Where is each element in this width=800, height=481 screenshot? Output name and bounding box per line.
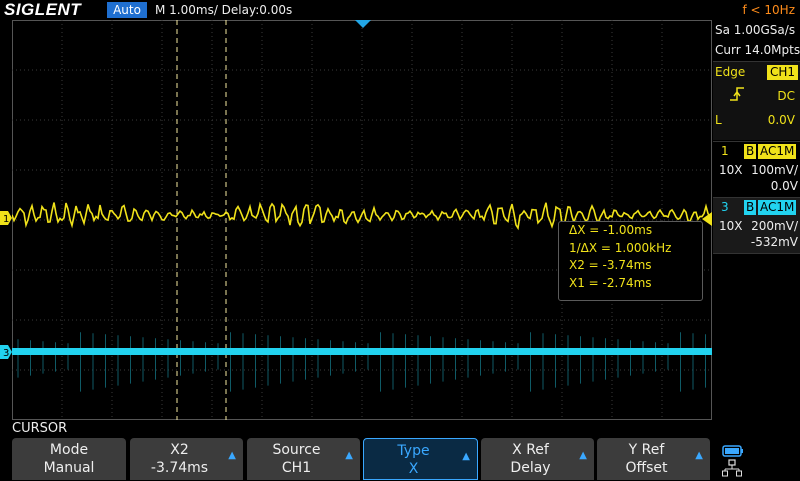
ch1-probe: 10X [719, 163, 743, 177]
adjust-arrow-icon: ▲ [695, 450, 703, 461]
trigger-frequency-readout: f < 10Hz [742, 3, 796, 17]
inverse-delta-x-value: 1/ΔX = 1.000kHz [569, 240, 672, 255]
waveform-display[interactable] [12, 20, 712, 420]
trigger-source-badge: CH1 [766, 65, 798, 80]
trigger-panel[interactable]: Edge CH1 DC L 0.0V [713, 62, 800, 140]
ch3-offset: -532mV [750, 235, 798, 249]
ch1-number: 1 [721, 144, 729, 158]
x-ref-softkey-label: X Ref [512, 442, 549, 458]
ch3-bw-limit-badge: B [744, 200, 757, 215]
source-softkey[interactable]: Source CH1 ▲ [247, 438, 360, 480]
ch1-marker-label: 1 [3, 214, 9, 225]
mode-softkey[interactable]: Mode Manual [12, 438, 126, 480]
ch3-marker-label: 3 [3, 348, 9, 359]
type-softkey-value: X [408, 461, 419, 477]
graticule [12, 20, 712, 420]
ch3-waveform [12, 332, 712, 392]
trigger-position-marker[interactable] [355, 20, 371, 28]
siglent-logo: SIGLENT [4, 0, 82, 19]
type-softkey[interactable]: Type X ▲ [363, 438, 478, 480]
type-softkey-label: Type [397, 443, 430, 459]
acquisition-mode-badge[interactable]: Auto [107, 2, 147, 18]
source-softkey-label: Source [272, 442, 321, 458]
ch3-level-marker[interactable]: 3 [0, 344, 12, 363]
ch3-scale: 200mV/ [751, 219, 798, 233]
trigger-level-label: L [715, 113, 722, 127]
adjust-arrow-icon: ▲ [228, 450, 236, 461]
mode-softkey-value: Manual [43, 460, 95, 476]
y-ref-softkey-label: Y Ref [628, 442, 665, 458]
ch1-offset: 0.0V [770, 179, 798, 193]
memory-depth: Curr 14.0Mpts [715, 43, 800, 57]
ch1-info-panel[interactable]: 1 B AC1M 10X 100mV/ 0.0V [713, 142, 800, 197]
x2-value: X2 = -3.74ms [569, 258, 652, 272]
divider [713, 253, 800, 254]
y-ref-softkey-value: Offset [625, 460, 668, 476]
menu-title: CURSOR [12, 421, 68, 436]
ch3-number: 3 [721, 200, 729, 214]
delta-x-value: ΔX = -1.00ms [569, 223, 653, 237]
trigger-level-marker[interactable] [702, 211, 712, 230]
timebase-readout[interactable]: M 1.00ms/ Delay:0.00s [155, 1, 292, 19]
x2-softkey-label: X2 [170, 442, 189, 458]
x-ref-softkey[interactable]: X Ref Delay ▲ [481, 438, 594, 480]
mode-softkey-label: Mode [49, 442, 89, 458]
adjust-arrow-icon: ▲ [345, 450, 353, 461]
x-ref-softkey-value: Delay [510, 460, 551, 476]
network-icon [722, 459, 742, 481]
adjust-arrow-icon: ▲ [462, 451, 470, 462]
ch3-info-panel[interactable]: 3 B AC1M 10X 200mV/ -532mV [713, 198, 800, 253]
sample-rate: Sa 1.00GSa/s [715, 23, 796, 37]
x2-softkey[interactable]: X2 -3.74ms ▲ [130, 438, 243, 480]
ch1-bw-limit-badge: B [744, 144, 757, 159]
cursor-measurement-box: ΔX = -1.00ms 1/ΔX = 1.000kHz X2 = -3.74m… [558, 221, 703, 301]
x1-value: X1 = -2.74ms [569, 275, 652, 290]
ch1-coupling-badge: AC1M [758, 144, 797, 159]
ch3-coupling-badge: AC1M [758, 200, 797, 215]
rising-edge-icon [729, 86, 745, 105]
ch1-level-marker[interactable]: 1 [0, 210, 12, 229]
x2-softkey-value: -3.74ms [150, 460, 209, 476]
trigger-level-value: 0.0V [767, 113, 795, 127]
trigger-type-label: Edge [715, 65, 746, 79]
adjust-arrow-icon: ▲ [579, 450, 587, 461]
ch3-probe: 10X [719, 219, 743, 233]
ch1-scale: 100mV/ [751, 163, 798, 177]
y-ref-softkey[interactable]: Y Ref Offset ▲ [597, 438, 710, 480]
trigger-coupling: DC [777, 89, 795, 103]
source-softkey-value: CH1 [281, 460, 312, 476]
